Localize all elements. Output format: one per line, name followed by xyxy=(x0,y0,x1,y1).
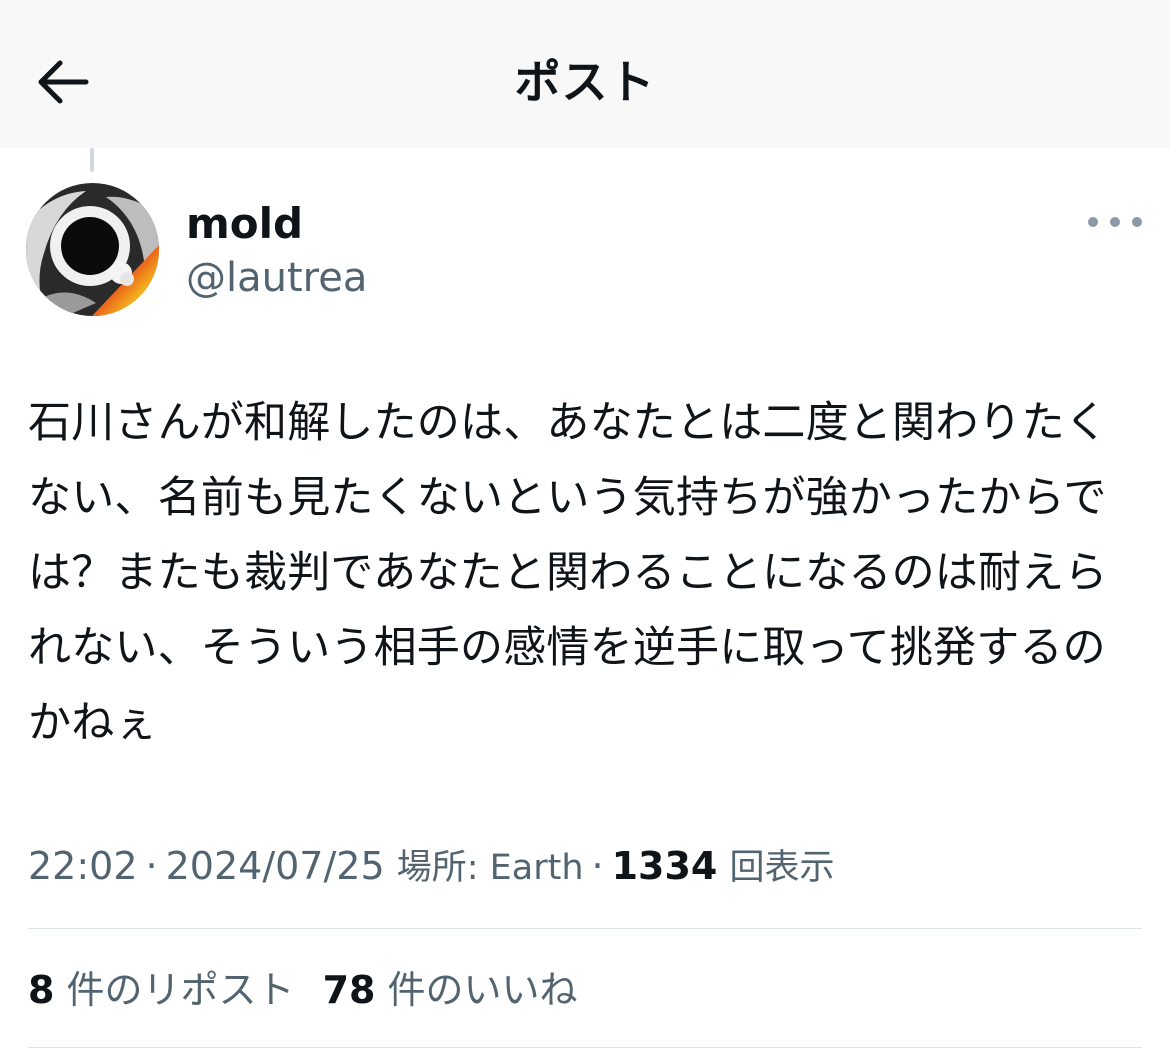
post-time[interactable]: 22:02 xyxy=(28,844,138,888)
author-display-name[interactable]: mold xyxy=(186,196,303,252)
more-horizontal-icon xyxy=(1110,217,1120,227)
more-horizontal-icon xyxy=(1132,217,1142,227)
post-text: 石川さんが和解したのは、あなたとは二度と関わりたくない、名前も見たくないという気… xyxy=(28,398,1108,748)
avatar[interactable] xyxy=(26,183,159,316)
page-title: ポスト xyxy=(514,55,656,109)
avatar-image xyxy=(26,183,159,316)
reposts-count: 8 xyxy=(28,968,55,1012)
views-label: 回表示 xyxy=(729,848,835,888)
top-bar: ポスト xyxy=(0,0,1170,148)
meta-separator: · xyxy=(591,844,604,888)
likes-label: 件のいいね xyxy=(387,968,578,1012)
author-handle[interactable]: @lautrea xyxy=(186,250,367,306)
likes-stat[interactable]: 78 件のいいね xyxy=(323,968,578,1012)
divider xyxy=(28,928,1142,929)
more-options-button[interactable] xyxy=(1088,204,1142,240)
likes-count: 78 xyxy=(322,968,376,1012)
post-location: 場所: Earth xyxy=(396,848,584,888)
engagement-stats: 8 件のリポスト 78 件のいいね xyxy=(28,962,578,1018)
post-metadata: 22:02 · 2024/07/25 場所: Earth · 1334 回表示 xyxy=(28,838,1148,896)
meta-separator: · xyxy=(145,844,158,888)
thread-connector-line xyxy=(90,148,94,172)
divider xyxy=(28,1047,1142,1048)
reposts-label: 件のリポスト xyxy=(66,968,295,1012)
post-date[interactable]: 2024/07/25 xyxy=(166,844,385,888)
views-count: 1334 xyxy=(611,844,718,888)
reposts-stat[interactable]: 8 件のリポスト xyxy=(28,968,295,1012)
more-horizontal-icon xyxy=(1088,217,1098,227)
